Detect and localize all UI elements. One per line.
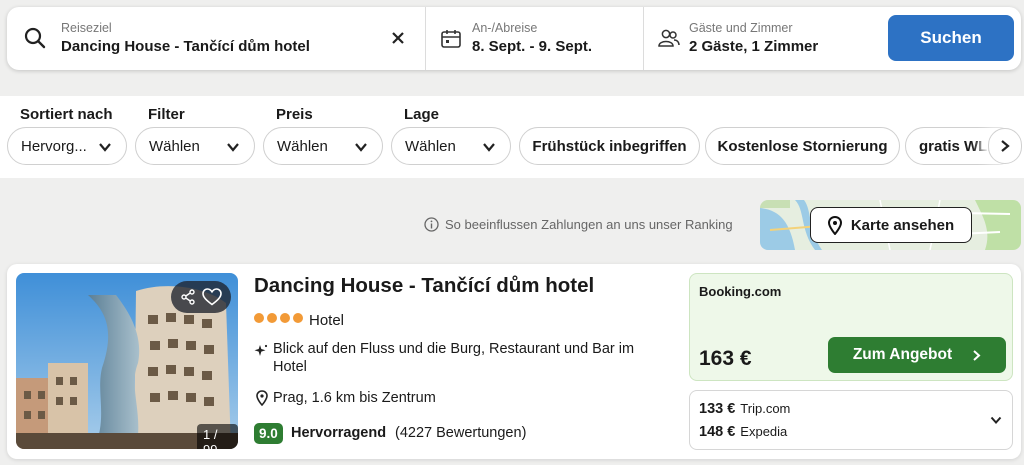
destination-value[interactable]: Dancing House - Tančící dům hotel bbox=[61, 38, 310, 55]
hotel-name[interactable]: Dancing House - Tančící dům hotel bbox=[254, 274, 594, 298]
view-deal-button[interactable]: Zum Angebot bbox=[828, 337, 1006, 373]
filter-value: Wählen bbox=[149, 137, 200, 155]
sort-label: Sortiert nach bbox=[20, 106, 113, 123]
hotel-feature: Blick auf den Fluss und die Burg, Restau… bbox=[273, 341, 635, 375]
search-button[interactable]: Suchen bbox=[888, 15, 1014, 61]
guests-label: Gäste und Zimmer bbox=[689, 21, 793, 35]
rating-label: Hervorragend bbox=[291, 425, 387, 441]
destination-label: Reiseziel bbox=[61, 21, 112, 35]
chevron-down-icon bbox=[483, 143, 495, 152]
ranking-info-link[interactable]: So beeinflussen Zahlungen an uns unser R… bbox=[424, 217, 733, 232]
other-offer-price: 148 € bbox=[699, 424, 736, 440]
chevron-right-icon bbox=[1001, 140, 1010, 152]
price-value: Wählen bbox=[277, 137, 328, 155]
hotel-location[interactable]: Prag, 1.6 km bis Zentrum bbox=[273, 390, 436, 406]
star-rating bbox=[254, 313, 303, 323]
sort-dropdown[interactable]: Hervorg... bbox=[7, 127, 127, 165]
search-bar: Reiseziel Dancing House - Tančící dům ho… bbox=[7, 7, 1021, 70]
other-offer-provider: Trip.com bbox=[740, 401, 791, 416]
photo-actions bbox=[171, 281, 231, 313]
share-icon[interactable] bbox=[180, 289, 196, 305]
review-count[interactable]: (4227 Bewertungen) bbox=[395, 425, 526, 441]
hotel-photo[interactable]: 1 / 99 bbox=[16, 273, 238, 449]
filter-bar: Sortiert nach Hervorg... Filter Wählen P… bbox=[0, 96, 1024, 178]
location-value: Wählen bbox=[405, 137, 456, 155]
view-map-button[interactable]: Karte ansehen bbox=[810, 207, 972, 243]
star-dot bbox=[293, 313, 303, 323]
view-deal-label: Zum Angebot bbox=[852, 346, 953, 363]
hotel-result-card[interactable]: 1 / 99 Dancing House - Tančící dům hotel… bbox=[7, 264, 1021, 459]
guests-icon bbox=[658, 29, 680, 47]
offer-provider: Booking.com bbox=[699, 284, 782, 299]
filter-label: Filter bbox=[148, 106, 185, 123]
destination-field[interactable]: Reiseziel Dancing House - Tančící dům ho… bbox=[7, 7, 425, 70]
other-offer-price: 133 € bbox=[699, 401, 736, 417]
scroll-right-button[interactable] bbox=[988, 128, 1022, 164]
hotel-type: Hotel bbox=[309, 312, 345, 329]
location-label: Lage bbox=[404, 106, 440, 123]
guests-field[interactable]: Gäste und Zimmer 2 Gäste, 1 Zimmer bbox=[644, 7, 879, 70]
clear-icon[interactable] bbox=[392, 32, 404, 44]
price-dropdown[interactable]: Wählen bbox=[263, 127, 383, 165]
star-dot bbox=[254, 313, 264, 323]
filter-dropdown[interactable]: Wählen bbox=[135, 127, 255, 165]
other-offer-row[interactable]: 133 € Trip.com bbox=[699, 401, 790, 417]
chevron-down-icon bbox=[227, 143, 239, 152]
top-offer[interactable]: Booking.com 163 € Zum Angebot bbox=[689, 273, 1013, 381]
star-dot bbox=[267, 313, 277, 323]
dates-field[interactable]: An-/Abreise 8. Sept. - 9. Sept. bbox=[426, 7, 643, 70]
location-pin-icon bbox=[256, 390, 268, 406]
dates-value[interactable]: 8. Sept. - 9. Sept. bbox=[472, 38, 592, 55]
chevron-down-icon[interactable] bbox=[990, 415, 1002, 425]
ranking-info-text: So beeinflussen Zahlungen an uns unser R… bbox=[445, 217, 733, 232]
review-score-badge: 9.0 bbox=[254, 423, 283, 444]
chevron-right-icon bbox=[973, 349, 981, 361]
chip-free-cancellation[interactable]: Kostenlose Stornierung bbox=[705, 127, 900, 165]
search-icon bbox=[24, 27, 46, 49]
sparkle-icon bbox=[254, 344, 268, 356]
view-map-label: Karte ansehen bbox=[850, 216, 955, 234]
photo-counter: 1 / 99 bbox=[197, 424, 238, 449]
sort-value: Hervorg... bbox=[21, 137, 87, 155]
other-offer-provider: Expedia bbox=[740, 424, 788, 439]
guests-value[interactable]: 2 Gäste, 1 Zimmer bbox=[689, 38, 818, 55]
calendar-icon bbox=[441, 30, 461, 48]
other-offer-row[interactable]: 148 € Expedia bbox=[699, 424, 787, 440]
chevron-down-icon bbox=[99, 143, 111, 152]
offer-price: 163 € bbox=[699, 347, 752, 370]
price-label: Preis bbox=[276, 106, 313, 123]
chevron-down-icon bbox=[355, 143, 367, 152]
heart-icon[interactable] bbox=[202, 288, 222, 306]
info-icon bbox=[424, 217, 439, 232]
dates-label: An-/Abreise bbox=[472, 21, 538, 35]
location-dropdown[interactable]: Wählen bbox=[391, 127, 511, 165]
other-offers[interactable]: 133 € Trip.com 148 € Expedia bbox=[689, 390, 1013, 450]
map-pin-icon bbox=[827, 215, 842, 235]
star-dot bbox=[280, 313, 290, 323]
chip-breakfast[interactable]: Frühstück inbegriffen bbox=[519, 127, 700, 165]
